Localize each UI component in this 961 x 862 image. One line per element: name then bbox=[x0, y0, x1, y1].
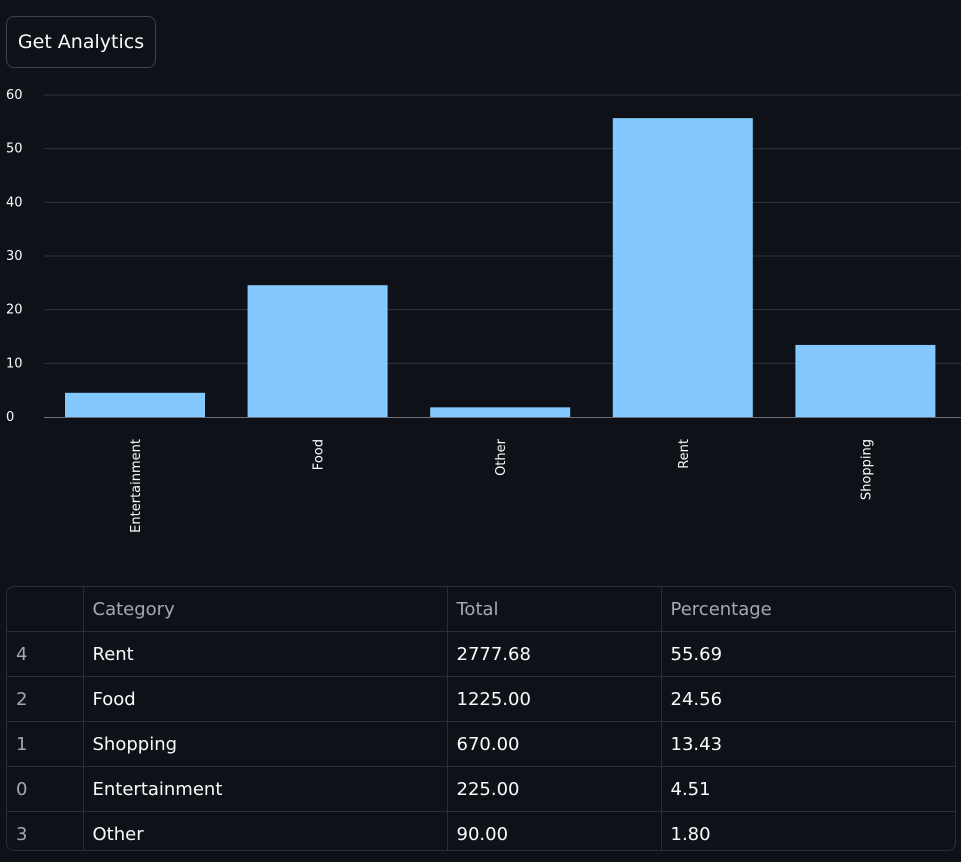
bar-entertainment bbox=[65, 392, 205, 417]
x-tick-label: Entertainment bbox=[129, 439, 144, 533]
y-tick-label: 20 bbox=[6, 303, 23, 318]
row-index: 4 bbox=[7, 631, 84, 677]
x-tick-label: Food bbox=[312, 439, 327, 470]
bar-rent bbox=[612, 118, 753, 417]
x-tick-label: Rent bbox=[677, 439, 692, 469]
y-tick-label: 10 bbox=[6, 356, 23, 371]
category-cell: Rent bbox=[83, 631, 448, 677]
category-cell: Food bbox=[83, 676, 448, 722]
percentage-cell: 1.80 bbox=[670, 823, 711, 845]
total-cell: 225.00 bbox=[447, 766, 662, 812]
bar-chart: 0 10 20 30 40 50 60 Entertainment Food Other Rent S… bbox=[6, 88, 961, 533]
table-header-row: Category Total Percentage bbox=[7, 587, 955, 632]
row-index: 1 bbox=[7, 721, 84, 767]
row-index: 0 bbox=[7, 766, 84, 812]
category-cell: Other bbox=[83, 811, 448, 850]
table-row[interactable]: 0 Entertainment 225.00 4.51 bbox=[7, 766, 955, 812]
column-header-index[interactable] bbox=[7, 587, 84, 632]
column-header-total[interactable]: Total bbox=[447, 587, 662, 632]
percentage-cell: 55.69 bbox=[661, 631, 955, 677]
table-row[interactable]: 4 Rent 2777.68 55.69 bbox=[7, 631, 955, 677]
percentage-cell: 4.51 bbox=[661, 766, 955, 812]
row-index: 2 bbox=[7, 676, 84, 722]
column-header-category[interactable]: Category bbox=[83, 587, 448, 632]
bar-other bbox=[430, 407, 571, 417]
total-cell: 1225.00 bbox=[447, 676, 662, 722]
total-cell: 90.00 bbox=[447, 811, 662, 850]
bar-shopping bbox=[795, 344, 936, 417]
category-cell: Entertainment bbox=[83, 766, 448, 812]
total-cell: 2777.68 bbox=[447, 631, 662, 677]
y-tick-label: 50 bbox=[6, 142, 23, 157]
row-index: 3 bbox=[7, 811, 84, 850]
bar-food bbox=[247, 285, 388, 417]
y-tick-label: 0 bbox=[6, 410, 14, 425]
y-tick-label: 30 bbox=[6, 249, 23, 264]
table-row[interactable]: 2 Food 1225.00 24.56 bbox=[7, 676, 955, 722]
get-analytics-button[interactable]: Get Analytics bbox=[6, 16, 156, 68]
category-cell: Shopping bbox=[83, 721, 448, 767]
table-row[interactable]: 1 Shopping 670.00 13.43 bbox=[7, 721, 955, 767]
percentage-cell: 24.56 bbox=[661, 676, 955, 722]
table-row[interactable]: 3 Other 90.00 1.80 bbox=[7, 811, 955, 850]
x-tick-label: Other bbox=[494, 438, 509, 476]
total-cell: 670.00 bbox=[447, 721, 662, 767]
percentage-cell: 13.43 bbox=[661, 721, 955, 767]
x-tick-label: Shopping bbox=[859, 439, 874, 500]
y-tick-label: 60 bbox=[6, 88, 23, 103]
y-tick-label: 40 bbox=[6, 195, 23, 210]
column-header-percentage[interactable]: Percentage bbox=[661, 587, 955, 632]
analytics-table[interactable]: Category Total Percentage 4 Rent 2777.68… bbox=[6, 586, 956, 851]
